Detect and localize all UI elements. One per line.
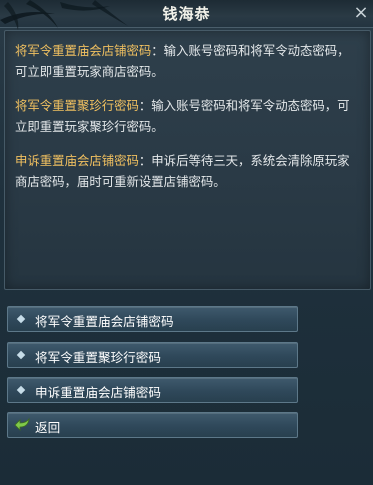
description-paragraph: 将军令重置庙会店铺密码：输入账号密码和将军令动态密码，可立即重置玩家商店密码。 [15, 40, 360, 82]
option-reset-temple-fair-shop-password[interactable]: 将军令重置庙会店铺密码 [7, 306, 298, 332]
option-reset-treasure-shop-password[interactable]: 将军令重置聚珍行密码 [7, 342, 298, 368]
diamond-bullet-icon [16, 314, 26, 324]
npc-dialog-panel: 钱海恭 × 将军令重置庙会店铺密码：输入账号密码和将军令动态密码，可立即重置玩家… [0, 0, 373, 485]
diamond-bullet-icon [16, 350, 26, 360]
option-label: 将军令重置庙会店铺密码 [35, 314, 174, 329]
option-return[interactable]: 返回 [7, 412, 298, 438]
description-paragraph: 将军令重置聚珍行密码：输入账号密码和将军令动态密码，可立即重置玩家聚珍行密码。 [15, 95, 360, 137]
paragraph-heading: 将军令重置庙会店铺密码 [15, 43, 152, 58]
option-label: 将军令重置聚珍行密码 [35, 350, 161, 365]
option-label: 返回 [35, 420, 61, 435]
paragraph-heading: 申诉重置庙会店铺密码 [15, 153, 139, 168]
title-bar: 钱海恭 × [0, 0, 373, 30]
option-label: 申诉重置庙会店铺密码 [35, 385, 161, 400]
close-button[interactable]: × [351, 3, 371, 23]
description-paragraph: 申诉重置庙会店铺密码：申诉后等待三天，系统会清除原玩家商店密码，届时可重新设置店… [15, 150, 360, 192]
diamond-bullet-icon [16, 385, 26, 395]
option-appeal-reset-shop-password[interactable]: 申诉重置庙会店铺密码 [7, 377, 298, 403]
window-title: 钱海恭 [162, 5, 211, 23]
paragraph-heading: 将军令重置聚珍行密码 [15, 98, 139, 113]
return-arrow-icon [14, 417, 30, 431]
description-box: 将军令重置庙会店铺密码：输入账号密码和将军令动态密码，可立即重置玩家商店密码。 … [4, 30, 371, 290]
